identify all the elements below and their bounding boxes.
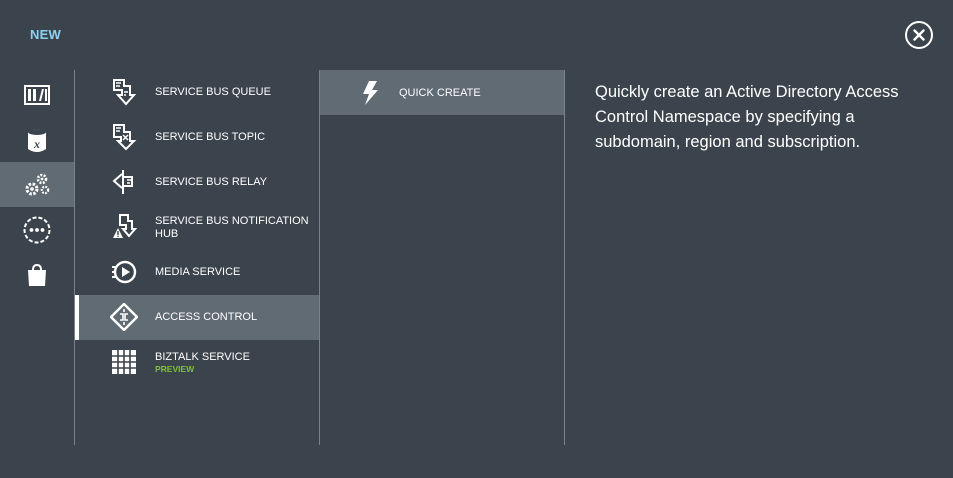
service-list: SERVICE BUS QUEUE SERVICE BUS TOPIC SERV…	[75, 70, 319, 385]
lightning-icon	[363, 81, 378, 105]
notification-hub-item[interactable]: SERVICE BUS NOTIFICATION HUB	[75, 205, 319, 250]
web-sites-icon	[24, 84, 50, 105]
biztalk-icon	[112, 350, 136, 374]
app-services-icon	[25, 173, 50, 195]
category-store[interactable]	[0, 252, 74, 297]
quick-create-label: QUICK CREATE	[399, 86, 481, 99]
service-label: ACCESS CONTROL	[155, 311, 258, 323]
service-bus-topic-item[interactable]: SERVICE BUS TOPIC	[75, 115, 319, 160]
store-icon	[28, 263, 46, 286]
service-bus-queue-icon	[113, 79, 137, 106]
service-bus-topic-icon	[113, 124, 137, 151]
access-control-item[interactable]: ACCESS CONTROL	[75, 295, 319, 340]
biztalk-service-item[interactable]: BIZTALK SERVICE PREVIEW	[75, 340, 319, 385]
service-bus-relay-icon	[112, 170, 133, 194]
service-label: MEDIA SERVICE	[155, 266, 241, 278]
category-web-sites[interactable]	[0, 72, 74, 117]
preview-badge: PREVIEW	[155, 364, 195, 374]
access-control-icon	[109, 302, 139, 332]
media-service-icon	[112, 260, 137, 284]
category-app-services[interactable]	[0, 162, 74, 207]
service-label: BIZTALK SERVICE	[155, 351, 250, 363]
close-icon	[913, 29, 925, 41]
right-divider	[564, 70, 565, 445]
service-bus-queue-item[interactable]: SERVICE BUS QUEUE	[75, 70, 319, 115]
category-rail: x	[0, 72, 74, 297]
service-label: SERVICE BUS TOPIC	[155, 131, 266, 143]
service-label: SERVICE BUS QUEUE	[155, 86, 271, 98]
service-label: SERVICE BUS RELAY	[155, 176, 268, 188]
media-service-item[interactable]: MEDIA SERVICE	[75, 250, 319, 295]
service-label: SERVICE BUS NOTIFICATION HUB	[155, 214, 309, 240]
service-bus-relay-item[interactable]: SERVICE BUS RELAY	[75, 160, 319, 205]
page-title: NEW	[30, 27, 61, 42]
category-network-services[interactable]	[0, 207, 74, 252]
notification-hub-icon	[113, 214, 138, 238]
category-data-services[interactable]: x	[0, 117, 74, 162]
create-options: QUICK CREATE	[320, 70, 564, 115]
svg-text:x: x	[33, 137, 40, 151]
quick-create-option[interactable]: QUICK CREATE	[320, 70, 564, 115]
network-services-icon	[23, 216, 51, 243]
data-services-icon: x	[28, 128, 46, 152]
description-text: Quickly create an Active Directory Acces…	[595, 83, 899, 151]
middle-divider	[319, 70, 320, 445]
close-button[interactable]	[905, 21, 933, 49]
